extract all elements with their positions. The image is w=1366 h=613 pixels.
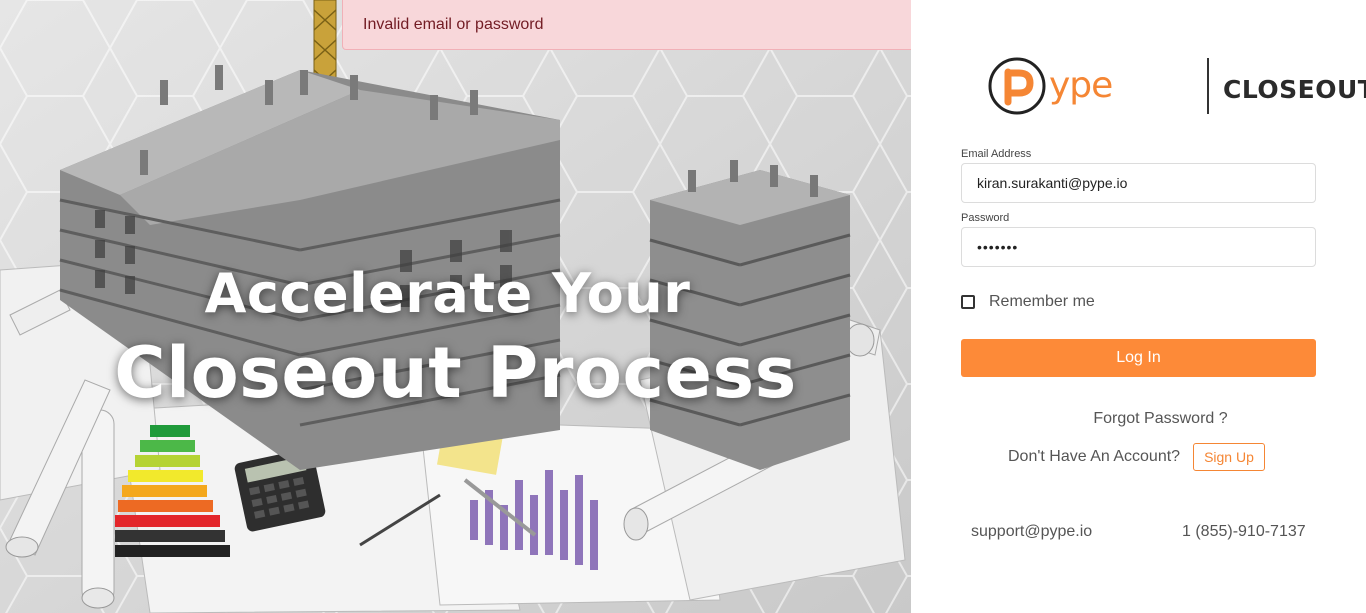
password-label: Password [961, 212, 1010, 224]
remember-me: Remember me [961, 293, 1095, 311]
pype-logo-icon [988, 57, 1046, 115]
hero-headline-line1: Accelerate Your [204, 262, 691, 325]
forgot-password-link[interactable]: Forgot Password ? [911, 410, 1366, 428]
remember-me-label: Remember me [989, 293, 1095, 310]
logo-divider [1207, 58, 1209, 114]
brand-product-name: CLOSEOUT [1223, 75, 1366, 104]
support-phone[interactable]: 1 (855)-910-7137 [1182, 523, 1306, 541]
signup-button[interactable]: Sign Up [1193, 443, 1265, 471]
support-email[interactable]: support@pype.io [971, 523, 1092, 541]
error-alert-message: Invalid email or password [363, 15, 544, 33]
brand-wordmark: ype [1049, 65, 1113, 106]
hero-banner: Accelerate Your Closeout Process [0, 0, 911, 613]
no-account-text: Don't Have An Account? [1008, 448, 1181, 465]
login-panel: ype CLOSEOUT Email Address Password Reme… [911, 0, 1366, 613]
password-field[interactable] [961, 227, 1316, 267]
login-button[interactable]: Log In [961, 339, 1316, 377]
email-label: Email Address [961, 148, 1032, 160]
signup-row: Don't Have An Account? Sign Up [1008, 443, 1265, 471]
remember-me-checkbox[interactable] [961, 295, 975, 309]
brand-logo: ype CLOSEOUT [988, 56, 1366, 116]
email-field[interactable] [961, 163, 1316, 203]
hero-headline-line2: Closeout Process [114, 332, 797, 414]
